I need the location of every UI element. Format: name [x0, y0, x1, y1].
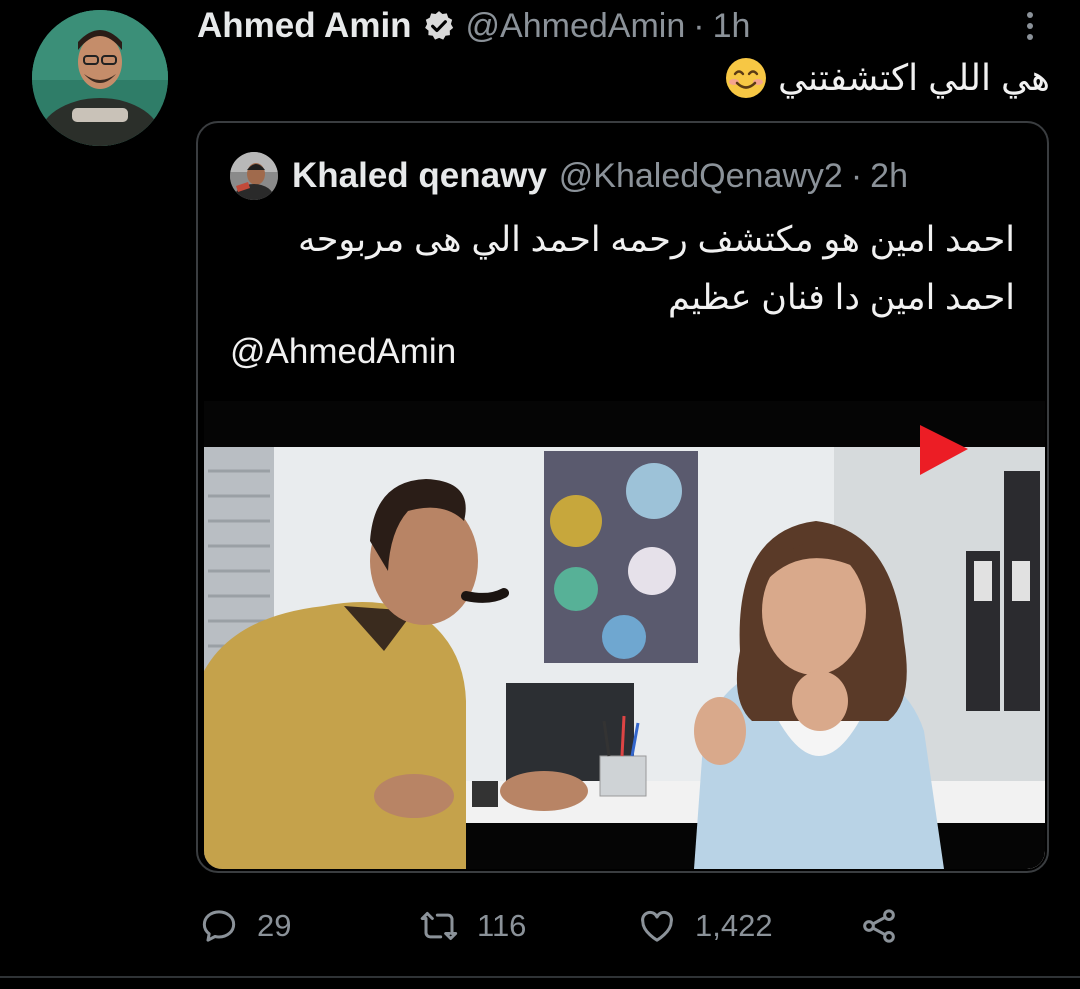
- quoted-tweet-header: Khaled qenawy @KhaledQenawy2 · 2h: [230, 151, 908, 201]
- tweet[interactable]: Ahmed Amin @AhmedAmin · 1h هي اللي اكتشف…: [0, 0, 1080, 989]
- more-options-icon[interactable]: [1010, 6, 1050, 46]
- retweet-icon: [420, 912, 458, 940]
- quoted-author-handle[interactable]: @KhaledQenawy2: [559, 157, 843, 196]
- reply-button[interactable]: 29: [199, 900, 291, 952]
- tweet-actions-bar: 29 116 1,422: [197, 900, 917, 952]
- separator-dot: ·: [850, 156, 863, 195]
- reply-count: 29: [257, 908, 292, 943]
- author-avatar[interactable]: [32, 10, 168, 146]
- divider: [0, 976, 1080, 978]
- tweet-text-content: هي اللي اكتشفتني: [778, 57, 1050, 98]
- like-count: 1,422: [695, 908, 773, 943]
- retweet-count: 116: [477, 908, 527, 943]
- quoted-tweet[interactable]: Khaled qenawy @KhaledQenawy2 · 2h احمد ا…: [196, 121, 1049, 873]
- smiling-face-icon: [724, 56, 768, 100]
- quoted-text-line-2: احمد امين دا فنان عظيم: [668, 278, 1015, 317]
- share-button[interactable]: [859, 900, 899, 952]
- tweet-header: Ahmed Amin @AhmedAmin · 1h: [197, 4, 750, 48]
- tweet-time[interactable]: 1h: [713, 7, 751, 46]
- quoted-media-image[interactable]: [204, 401, 1045, 869]
- verified-badge-icon: [422, 9, 456, 43]
- retweet-button[interactable]: 116: [419, 900, 526, 952]
- share-icon: [863, 909, 895, 943]
- reply-icon: [202, 910, 236, 942]
- quoted-author-name[interactable]: Khaled qenawy: [292, 156, 547, 196]
- separator-dot: ·: [693, 6, 705, 45]
- quoted-author-avatar[interactable]: [230, 152, 278, 200]
- quoted-mention-link[interactable]: @AhmedAmin: [230, 332, 456, 372]
- tweet-text: هي اللي اكتشفتني: [724, 56, 1050, 100]
- quoted-text-line-1: احمد امين هو مكتشف رحمه احمد الي هى مربو…: [297, 220, 1015, 259]
- author-name[interactable]: Ahmed Amin: [197, 6, 412, 46]
- quoted-tweet-time[interactable]: 2h: [870, 157, 908, 196]
- like-button[interactable]: 1,422: [637, 900, 773, 952]
- author-handle[interactable]: @AhmedAmin: [466, 7, 686, 46]
- heart-icon: [641, 910, 673, 942]
